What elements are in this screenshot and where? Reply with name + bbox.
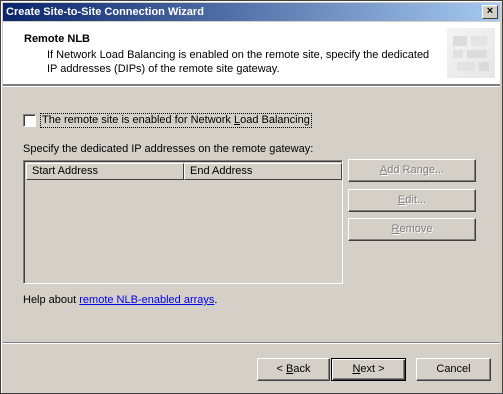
wizard-window: Create Site-to-Site Connection Wizard × … — [0, 0, 503, 394]
address-list-header: Start Address End Address — [26, 163, 342, 180]
remove-button[interactable]: Remove — [348, 218, 476, 241]
next-button[interactable]: Next > — [331, 358, 406, 381]
nlb-checkbox[interactable] — [23, 114, 36, 127]
header-separator — [3, 85, 500, 87]
add-range-button[interactable]: Add Range... — [348, 159, 476, 182]
window-title: Create Site-to-Site Connection Wizard — [6, 6, 204, 18]
wizard-header: Remote NLB If Network Load Balancing is … — [3, 22, 500, 85]
page-description: If Network Load Balancing is enabled on … — [47, 49, 430, 75]
help-text: Help about remote NLB-enabled arrays. — [23, 294, 218, 306]
close-icon: × — [486, 5, 494, 17]
column-header-end-address[interactable]: End Address — [184, 163, 342, 180]
footer-separator — [3, 342, 500, 344]
title-bar[interactable]: Create Site-to-Site Connection Wizard × — [3, 3, 500, 21]
back-button[interactable]: < Back — [257, 358, 330, 381]
page-title: Remote NLB — [24, 33, 91, 45]
address-list[interactable]: Start Address End Address — [23, 160, 343, 284]
wizard-header-icon — [447, 28, 495, 78]
edit-button[interactable]: Edit... — [348, 189, 476, 212]
address-list-label: Specify the dedicated IP addresses on th… — [23, 143, 314, 155]
nlb-checkbox-label[interactable]: The remote site is enabled for Network L… — [40, 113, 312, 128]
column-header-start-address[interactable]: Start Address — [26, 163, 184, 180]
cancel-button[interactable]: Cancel — [416, 358, 491, 381]
help-link[interactable]: remote NLB-enabled arrays — [79, 294, 214, 306]
close-button[interactable]: × — [482, 5, 498, 19]
